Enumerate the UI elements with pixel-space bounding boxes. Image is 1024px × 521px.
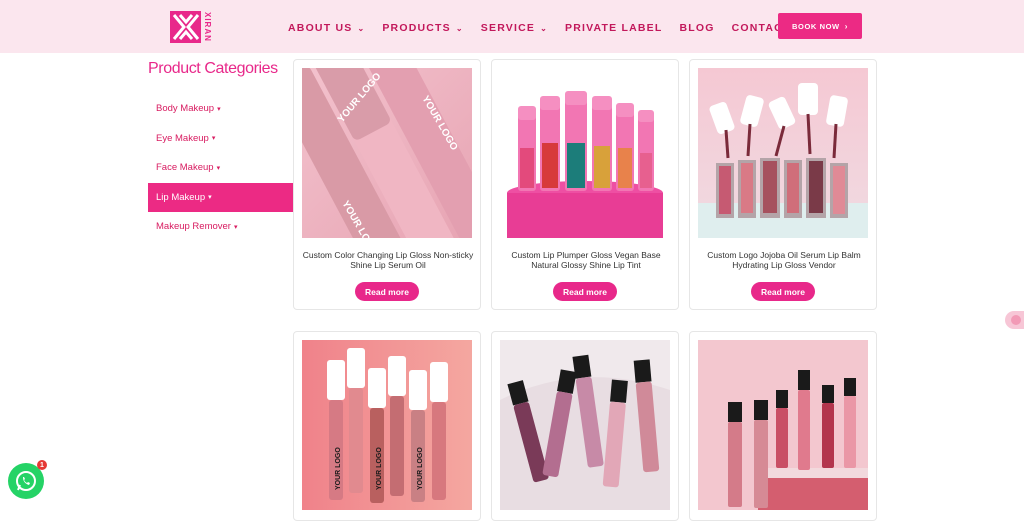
read-more-button[interactable]: Read more <box>355 282 419 301</box>
logo-print-text: YOUR LOGO <box>417 447 424 490</box>
category-makeup-remover[interactable]: Makeup Remover ▾ <box>148 212 293 242</box>
nav-label: ABOUT US <box>288 22 353 34</box>
chevron-right-icon: › <box>844 21 848 31</box>
product-card[interactable]: Custom Logo Jojoba Oil Serum Lip Balm Hy… <box>689 59 877 310</box>
product-image[interactable] <box>500 340 670 510</box>
product-categories-title: Product Categories <box>148 60 278 77</box>
read-more-button[interactable]: Read more <box>553 282 617 301</box>
product-image[interactable]: YOUR LOGO YOUR LOGO YOUR LOGO <box>302 68 472 238</box>
product-title[interactable]: Custom Color Changing Lip Gloss Non-stic… <box>302 250 474 270</box>
product-card[interactable]: YOUR LOGO YOUR LOGO YOUR LOGO Custom Col… <box>293 59 481 310</box>
nav-products[interactable]: PRODUCTS ⌄ <box>382 22 463 34</box>
category-label: Body Makeup <box>156 103 215 115</box>
site-header: XIRAN ABOUT US ⌄ PRODUCTS ⌄ SERVICE ⌄ PRIVA… <box>0 0 1024 53</box>
category-lip-makeup[interactable]: Lip Makeup ▾ <box>148 182 293 212</box>
product-title[interactable]: Custom Logo Jojoba Oil Serum Lip Balm Hy… <box>698 250 870 270</box>
category-list: Body Makeup ▾ Eye Makeup ▾ Face Makeup ▾ Li… <box>148 94 293 242</box>
product-image[interactable] <box>698 340 868 510</box>
nav-private-label[interactable]: PRIVATE LABEL <box>565 22 662 34</box>
nav-service[interactable]: SERVICE ⌄ <box>481 22 548 34</box>
whatsapp-icon <box>16 471 36 491</box>
chevron-down-icon: ⌄ <box>455 23 464 33</box>
product-card[interactable] <box>689 331 877 521</box>
product-image[interactable]: YOUR LOGO YOUR LOGO YOUR LOGO <box>302 340 472 510</box>
book-now-button[interactable]: BOOK NOW › <box>778 13 862 39</box>
chevron-down-icon: ▾ <box>211 135 216 143</box>
chevron-down-icon: ▾ <box>217 105 221 113</box>
nav-blog[interactable]: BLOG <box>679 22 714 34</box>
product-card[interactable]: YOUR LOGO YOUR LOGO YOUR LOGO <box>293 331 481 521</box>
category-label: Lip Makeup <box>156 191 206 203</box>
category-label: Eye Makeup <box>156 132 209 144</box>
product-image[interactable] <box>500 68 670 238</box>
nav-label: PRIVATE LABEL <box>565 22 663 34</box>
side-tab-icon[interactable] <box>1005 311 1024 329</box>
logo-text: XIRAN <box>203 12 212 42</box>
product-card[interactable]: Custom Lip Plumper Gloss Vegan Base Natu… <box>491 59 679 310</box>
category-eye-makeup[interactable]: Eye Makeup ▾ <box>148 124 293 154</box>
main-nav: ABOUT US ⌄ PRODUCTS ⌄ SERVICE ⌄ PRIVATE LAB… <box>288 22 829 34</box>
nav-label: SERVICE <box>480 22 536 34</box>
nav-label: BLOG <box>679 22 715 34</box>
logo-print-text: YOUR LOGO <box>376 447 383 490</box>
logo-print-text: YOUR LOGO <box>335 447 342 490</box>
chevron-down-icon: ▾ <box>208 194 212 202</box>
chevron-down-icon: ▾ <box>216 164 221 172</box>
product-image[interactable] <box>698 68 868 238</box>
chevron-down-icon: ▾ <box>233 223 238 231</box>
read-more-button[interactable]: Read more <box>751 282 815 301</box>
category-label: Face Makeup <box>156 162 214 174</box>
nav-label: PRODUCTS <box>382 22 451 34</box>
book-now-label: BOOK NOW <box>792 21 840 31</box>
notification-badge: 1 <box>37 460 47 470</box>
category-body-makeup[interactable]: Body Makeup ▾ <box>148 94 293 124</box>
product-title[interactable]: Custom Lip Plumper Gloss Vegan Base Natu… <box>500 250 672 270</box>
product-card[interactable] <box>491 331 679 521</box>
site-logo[interactable]: XIRAN <box>170 10 212 44</box>
chevron-down-icon: ⌄ <box>540 23 548 33</box>
category-label: Makeup Remover <box>156 221 231 233</box>
chevron-down-icon: ⌄ <box>357 23 366 33</box>
logo-mark-icon <box>170 11 201 43</box>
category-face-makeup[interactable]: Face Makeup ▾ <box>148 153 293 183</box>
nav-about-us[interactable]: ABOUT US ⌄ <box>288 22 365 34</box>
